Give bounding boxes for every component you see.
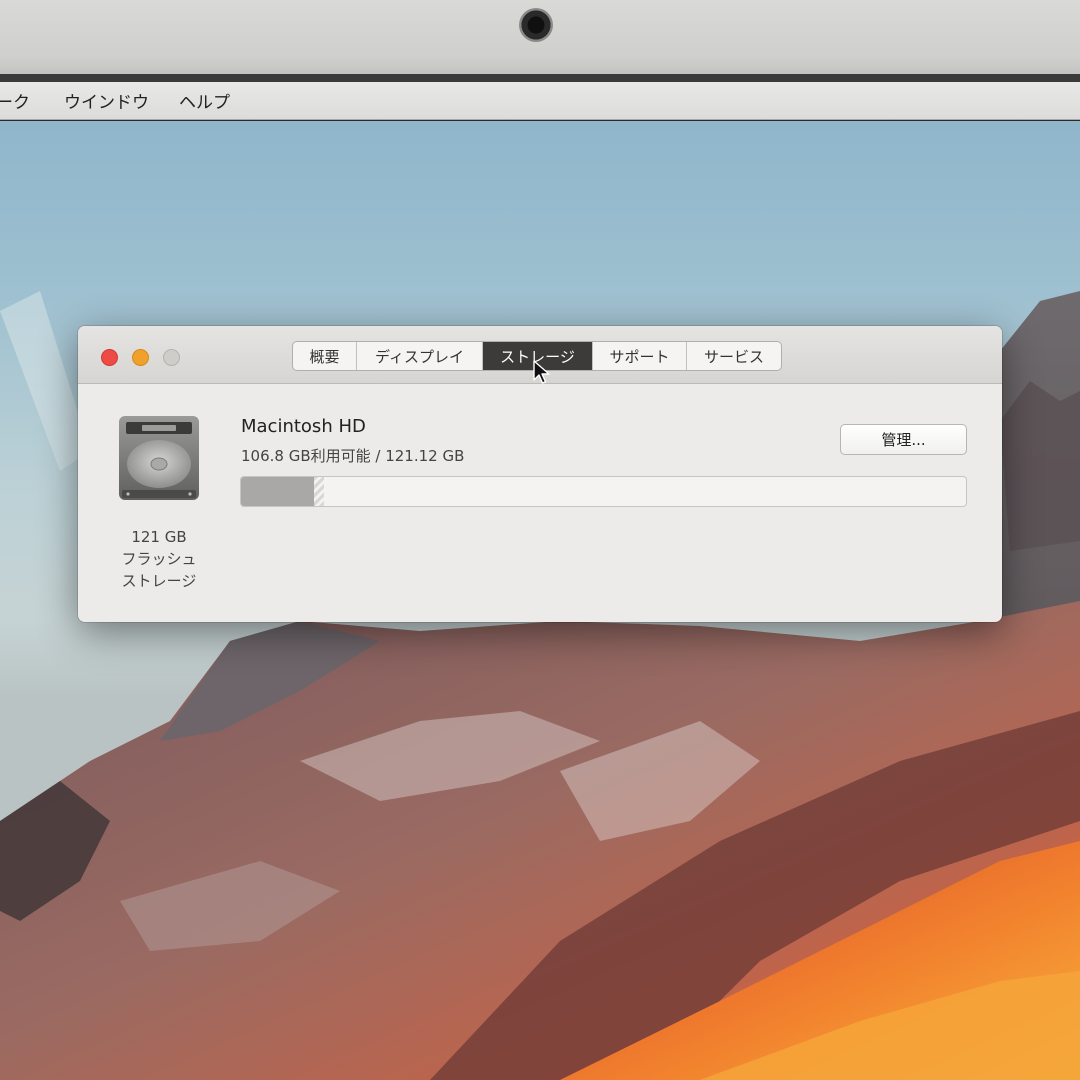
volume-name: Macintosh HD xyxy=(241,416,366,437)
mouse-pointer-icon xyxy=(533,360,550,384)
bezel-edge xyxy=(0,74,1080,82)
volume-availability: 106.8 GB利用可能 / 121.12 GB xyxy=(241,447,465,465)
disk-caption: 121 GB フラッシュ ストレージ xyxy=(98,526,220,592)
zoom-button[interactable] xyxy=(163,349,180,366)
disk-capacity: 121 GB xyxy=(131,528,187,546)
close-button[interactable] xyxy=(101,349,118,366)
hard-drive-icon xyxy=(119,416,199,500)
window-titlebar: 概要 ディスプレイ ストレージ サポート サービス xyxy=(78,326,1002,384)
storage-pane: 121 GB フラッシュ ストレージ Macintosh HD 106.8 GB… xyxy=(78,384,1002,622)
about-this-mac-window: 概要 ディスプレイ ストレージ サポート サービス 121 GB フラッシュ ス… xyxy=(78,326,1002,622)
tab-displays[interactable]: ディスプレイ xyxy=(357,342,483,370)
manage-button[interactable]: 管理... xyxy=(840,424,967,455)
camera-icon xyxy=(519,8,553,42)
storage-other-segment xyxy=(313,477,325,506)
minimize-button[interactable] xyxy=(132,349,149,366)
tab-overview[interactable]: 概要 xyxy=(293,342,357,370)
storage-usage-bar xyxy=(240,476,967,507)
disk-type-line2: ストレージ xyxy=(121,572,197,590)
tab-service[interactable]: サービス xyxy=(687,342,781,370)
disk-type-line1: フラッシュ xyxy=(121,550,197,568)
laptop-bezel xyxy=(0,0,1080,82)
menu-item-network[interactable]: ーク xyxy=(0,88,30,113)
menu-bar: ーク ウインドウ ヘルプ xyxy=(0,82,1080,120)
menu-item-help[interactable]: ヘルプ xyxy=(179,88,230,113)
storage-used-segment xyxy=(241,477,314,506)
tab-support[interactable]: サポート xyxy=(593,342,687,370)
menu-item-window[interactable]: ウインドウ xyxy=(64,88,149,113)
